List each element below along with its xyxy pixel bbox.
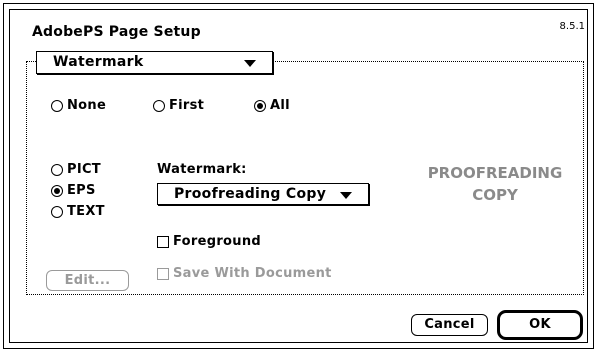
radio-circle-icon xyxy=(51,99,63,112)
radio-all[interactable]: All xyxy=(254,98,290,113)
radio-first[interactable]: First xyxy=(153,98,204,113)
radio-none-label: None xyxy=(67,98,107,113)
radio-pict[interactable]: PICT xyxy=(51,162,101,177)
save-with-document-label: Save With Document xyxy=(173,266,332,281)
radio-none[interactable]: None xyxy=(51,98,106,113)
edit-button[interactable]: Edit... xyxy=(46,270,129,291)
radio-circle-icon xyxy=(153,99,165,112)
version-label: 8.5.1 xyxy=(559,21,585,32)
watermark-popup-menu[interactable]: Proofreading Copy xyxy=(157,183,369,205)
radio-text-label: TEXT xyxy=(67,204,105,219)
dialog-title: AdobePS Page Setup xyxy=(32,24,201,40)
radio-circle-icon xyxy=(51,163,63,176)
radio-all-label: All xyxy=(270,98,290,113)
radio-first-label: First xyxy=(169,98,205,113)
radio-selected-icon xyxy=(254,99,266,112)
radio-eps-label: EPS xyxy=(67,183,96,198)
popup-arrow-icon xyxy=(340,192,352,199)
watermark-popup-label: Proofreading Copy xyxy=(174,186,327,202)
panel-popup-label: Watermark xyxy=(53,54,144,70)
cancel-button[interactable]: Cancel xyxy=(411,314,488,336)
save-with-document-checkbox[interactable]: Save With Document xyxy=(157,266,332,281)
checkbox-box-icon xyxy=(157,267,169,280)
popup-arrow-icon xyxy=(244,60,256,67)
ok-button[interactable]: OK xyxy=(497,310,583,340)
radio-eps[interactable]: EPS xyxy=(51,183,96,198)
radio-circle-icon xyxy=(51,205,63,218)
panel-popup-menu[interactable]: Watermark xyxy=(36,51,273,74)
radio-text[interactable]: TEXT xyxy=(51,204,105,219)
preview-line-2: COPY xyxy=(472,186,518,204)
checkbox-box-icon xyxy=(157,235,169,248)
radio-selected-icon xyxy=(51,184,63,197)
foreground-checkbox[interactable]: Foreground xyxy=(157,234,261,249)
foreground-label: Foreground xyxy=(173,234,261,249)
radio-pict-label: PICT xyxy=(67,162,101,177)
preview-line-1: PROOFREADING xyxy=(427,164,563,182)
watermark-label: Watermark: xyxy=(157,162,247,177)
watermark-preview: PROOFREADING COPY xyxy=(420,162,570,206)
